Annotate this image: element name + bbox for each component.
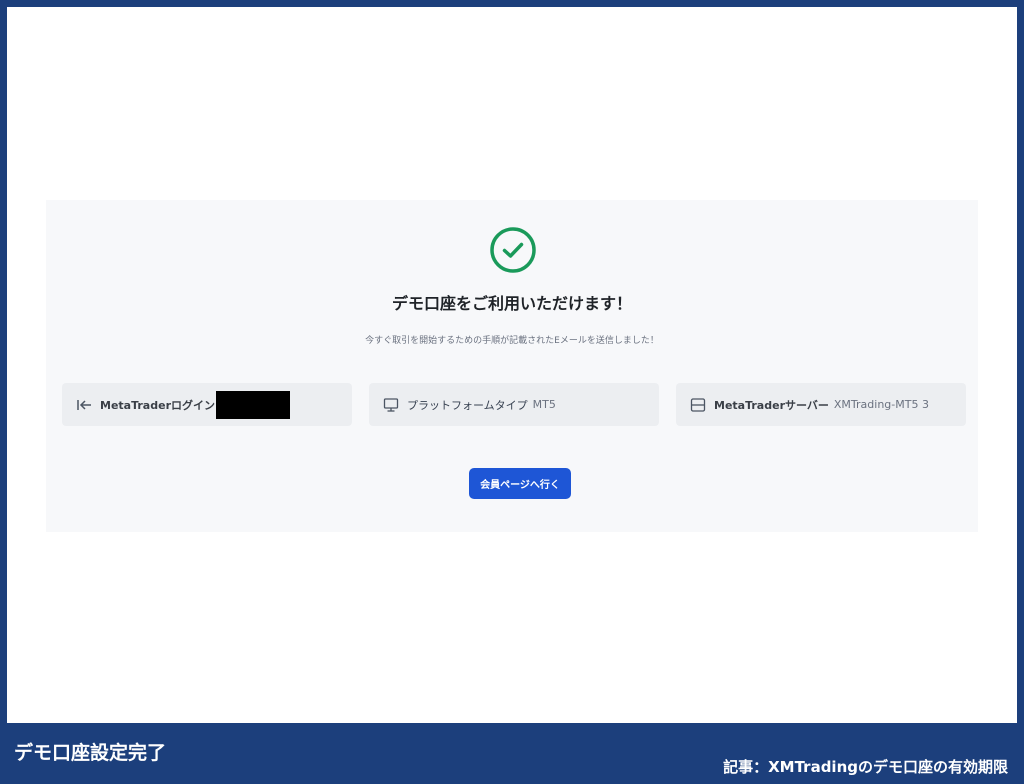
server-card: MetaTraderサーバー XMTrading-MT5 3	[676, 383, 966, 426]
platform-value: MT5	[532, 398, 556, 411]
email-sent-message: 今すぐ取引を開始するための手順が記載されたEメールを送信しました！	[365, 336, 659, 346]
page-title: デモ口座をご利用いただけます！	[391, 294, 632, 313]
screenshot-frame: デモ口座をご利用いただけます！ 今すぐ取引を開始するための手順が記載されたEメー…	[7, 7, 1017, 723]
platform-card: プラットフォームタイプ MT5	[369, 383, 659, 426]
check-circle-icon	[490, 227, 536, 273]
platform-label: プラットフォームタイプ	[407, 398, 528, 412]
server-label: MetaTraderサーバー	[714, 398, 829, 412]
monitor-icon	[383, 397, 399, 413]
caption-article-link: 記事：XMTradingのデモ口座の有効期限	[723, 758, 1008, 776]
caption-title: デモ口座設定完了	[14, 742, 167, 764]
server-value: XMTrading-MT5 3	[833, 398, 929, 411]
server-icon	[690, 397, 706, 413]
success-panel: デモ口座をご利用いただけます！ 今すぐ取引を開始するための手順が記載されたEメー…	[46, 200, 978, 532]
login-label: MetaTraderログイン	[100, 398, 215, 412]
arrow-bar-left-icon	[76, 397, 92, 413]
login-card: MetaTraderログイン	[62, 383, 352, 426]
redacted-login-number	[216, 390, 290, 419]
member-page-button[interactable]: 会員ページへ行く	[469, 468, 571, 499]
